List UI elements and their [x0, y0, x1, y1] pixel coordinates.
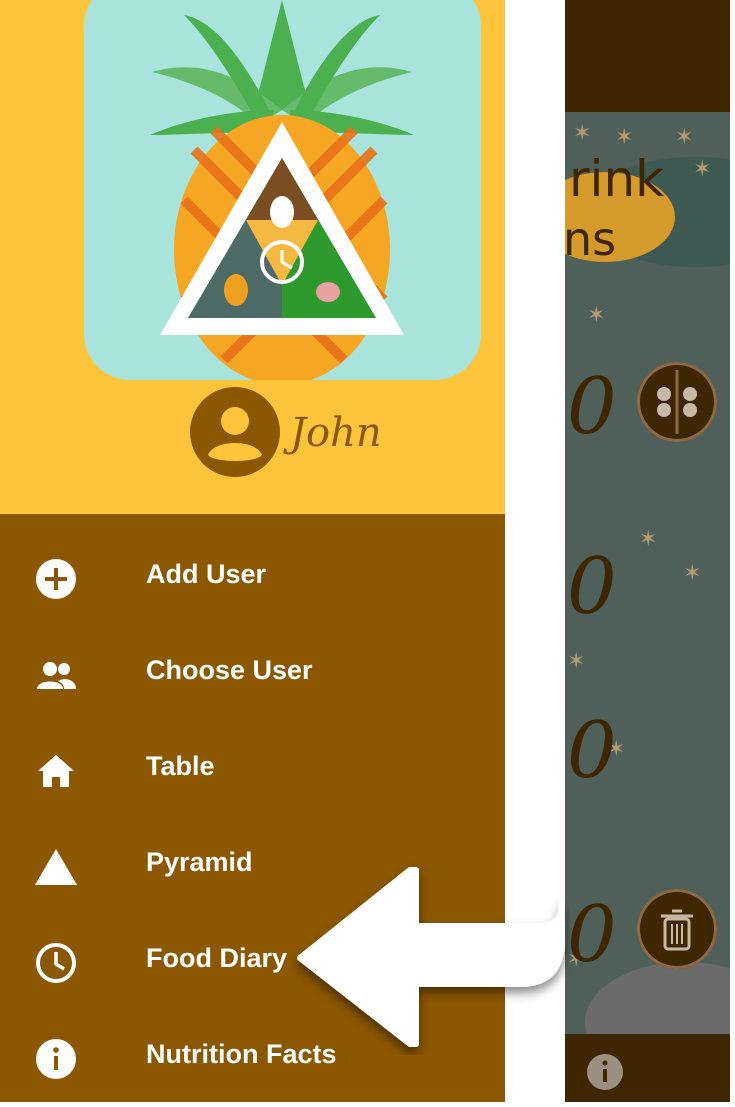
background-title-line-2: ns — [565, 212, 617, 266]
info-icon — [36, 1039, 76, 1079]
pointer-arrow-icon — [297, 867, 565, 1047]
people-icon — [37, 662, 76, 689]
counter-value: 0 — [567, 890, 617, 980]
add-circle-icon — [36, 559, 76, 599]
menu-item-add-user[interactable]: Add User — [0, 531, 505, 627]
menu-item-label: Choose User — [146, 655, 313, 685]
delete-button[interactable] — [637, 889, 717, 969]
trash-icon — [661, 909, 693, 951]
info-icon[interactable] — [585, 1052, 625, 1092]
background-title-line-1: rink — [569, 150, 665, 208]
background-bottom-bar — [565, 1034, 730, 1102]
account-circle-icon[interactable] — [190, 387, 280, 477]
menu-item-label: Table — [146, 751, 215, 781]
counter-value: 0 — [567, 362, 617, 452]
counter-value: 0 — [567, 706, 617, 796]
background-content: rink ns ✶ ✶ ✶ ✶ ✶ ✶ ✶ ✶ ✶ ✶ 0 0 0 0 — [565, 112, 730, 1034]
clock-icon — [36, 943, 76, 983]
triangle-icon — [35, 849, 77, 885]
counter-value: 0 — [567, 542, 617, 632]
menu-item-choose-user[interactable]: Choose User — [0, 627, 505, 723]
user-name: John — [290, 410, 382, 456]
menu-item-table[interactable]: Table — [0, 723, 505, 819]
drawer-header: John — [0, 0, 505, 514]
home-icon — [38, 755, 74, 787]
menu-item-label: Pyramid — [146, 847, 253, 877]
background-top-bar — [565, 0, 730, 112]
pills-icon — [657, 370, 697, 434]
menu-item-label: Add User — [146, 559, 267, 589]
menu-item-label: Food Diary — [146, 943, 288, 973]
app-logo — [84, 0, 481, 380]
pill-button[interactable] — [637, 362, 717, 442]
